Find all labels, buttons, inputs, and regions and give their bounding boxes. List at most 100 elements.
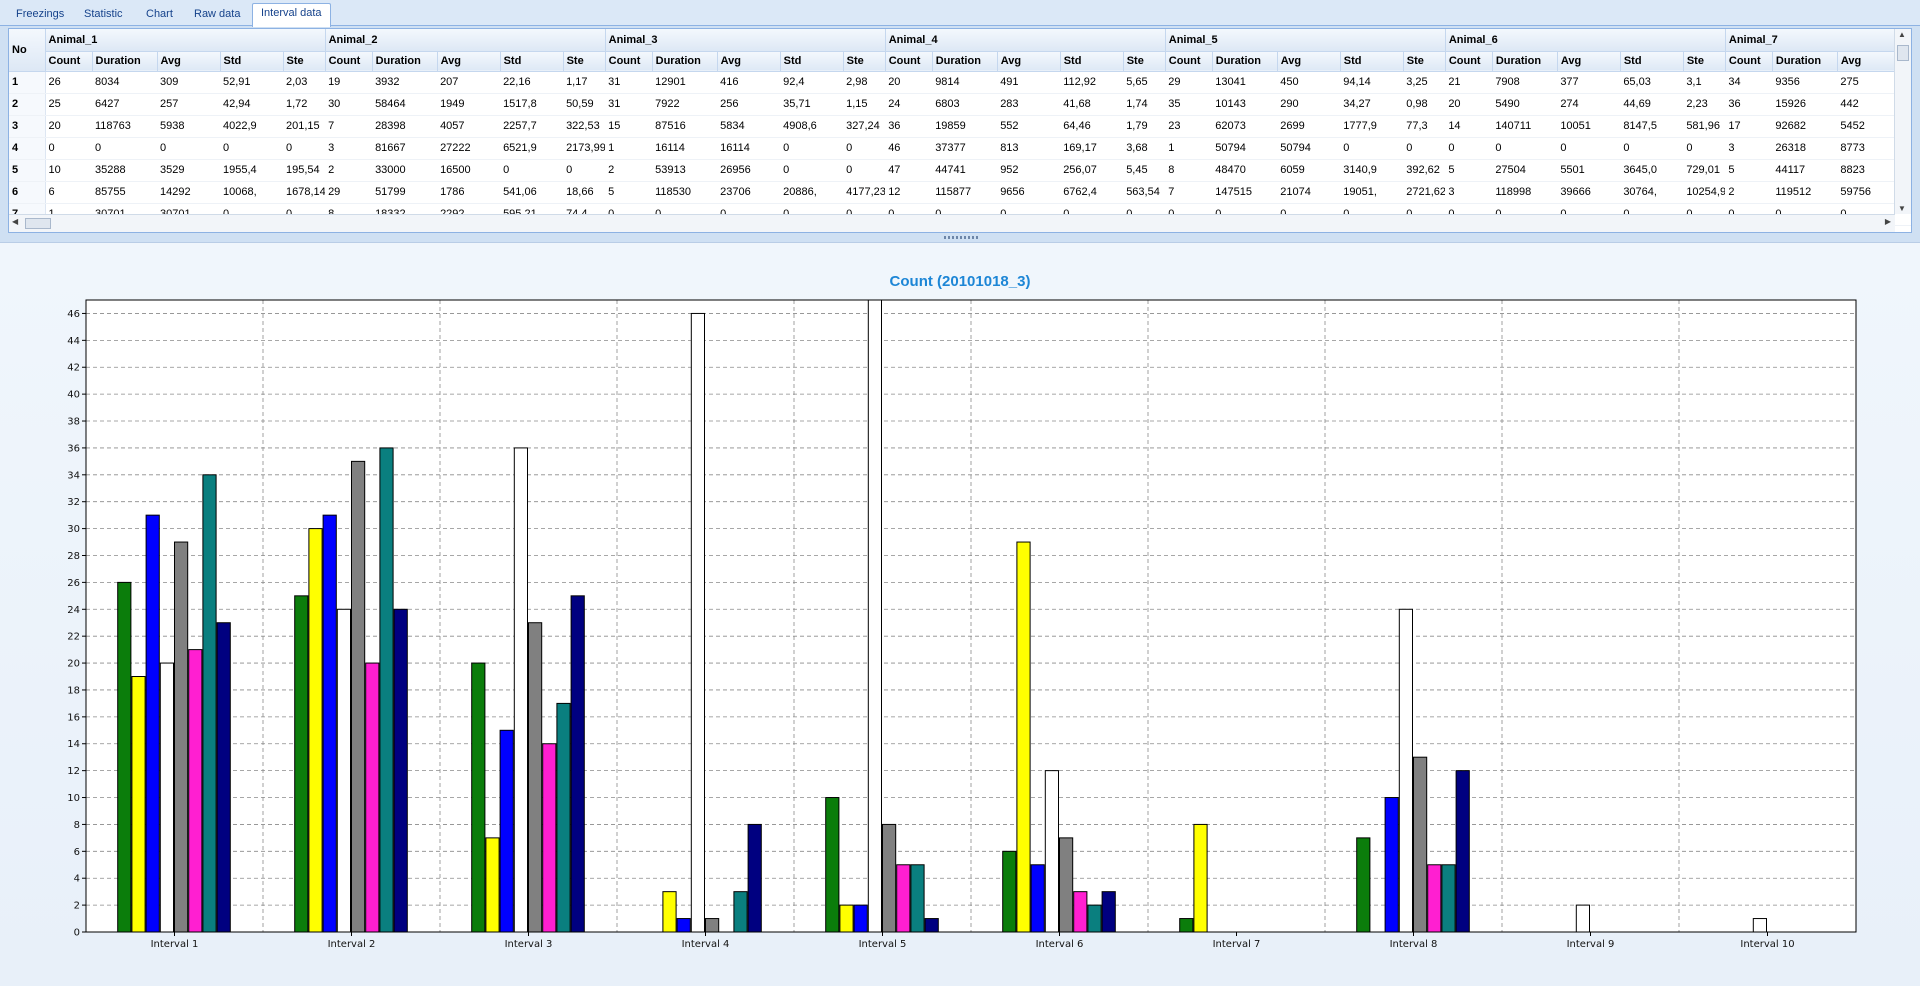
table-cell[interactable]: 147515 xyxy=(1212,181,1278,204)
table-cell[interactable]: 25 xyxy=(45,93,92,116)
metric-column-header[interactable]: Duration xyxy=(652,51,718,72)
table-cell[interactable]: 3529 xyxy=(157,159,220,182)
table-cell[interactable]: 9814 xyxy=(932,71,998,94)
table-cell[interactable]: 35288 xyxy=(92,159,157,182)
table-cell[interactable]: 14 xyxy=(1445,115,1493,138)
table-cell[interactable]: 9656 xyxy=(997,181,1061,204)
table-cell[interactable]: 10 xyxy=(45,159,92,182)
table-cell[interactable]: 118998 xyxy=(1492,181,1558,204)
table-cell[interactable]: 0,98 xyxy=(1403,93,1446,116)
table-cell[interactable]: 552 xyxy=(997,115,1061,138)
table-cell[interactable]: 309 xyxy=(157,71,220,94)
table-cell[interactable]: 33000 xyxy=(372,159,438,182)
table-cell[interactable]: 8 xyxy=(1165,159,1213,182)
table-cell[interactable]: 92682 xyxy=(1772,115,1838,138)
metric-column-header[interactable]: Avg xyxy=(1277,51,1341,72)
table-cell[interactable]: 0 xyxy=(780,137,844,160)
table-cell[interactable]: 0 xyxy=(92,137,157,160)
table-cell[interactable]: 169,17 xyxy=(1060,137,1124,160)
table-cell[interactable]: 5 xyxy=(1725,159,1773,182)
table-cell[interactable]: 1 xyxy=(605,137,653,160)
table-cell[interactable]: 77,3 xyxy=(1403,115,1446,138)
table-cell[interactable]: 207 xyxy=(437,71,501,94)
scroll-right-icon[interactable]: ▶ xyxy=(1885,217,1891,226)
table-cell[interactable]: 26956 xyxy=(717,159,781,182)
table-cell[interactable]: 10051 xyxy=(1557,115,1621,138)
table-cell[interactable]: 2721,62 xyxy=(1403,181,1446,204)
table-cell[interactable]: 3,25 xyxy=(1403,71,1446,94)
metric-column-header[interactable]: Duration xyxy=(1492,51,1558,72)
table-cell[interactable]: 813 xyxy=(997,137,1061,160)
table-cell[interactable]: 37377 xyxy=(932,137,998,160)
table-cell[interactable]: 0 xyxy=(843,159,886,182)
table-cell[interactable]: 50794 xyxy=(1277,137,1341,160)
table-cell[interactable]: 81667 xyxy=(372,137,438,160)
tab-chart[interactable]: Chart xyxy=(138,5,181,26)
table-cell[interactable]: 0 xyxy=(157,137,220,160)
table-cell[interactable]: 5501 xyxy=(1557,159,1621,182)
table-cell[interactable]: 5,65 xyxy=(1123,71,1166,94)
table-cell[interactable]: 6 xyxy=(45,181,92,204)
table-cell[interactable]: 3140,9 xyxy=(1340,159,1404,182)
table-cell[interactable]: 35 xyxy=(1165,93,1213,116)
table-cell[interactable]: 52,91 xyxy=(220,71,283,94)
table-cell[interactable]: 0 xyxy=(1492,137,1558,160)
table-cell[interactable]: 2257,7 xyxy=(500,115,564,138)
table-cell[interactable]: 0 xyxy=(1445,137,1493,160)
table-cell[interactable]: 8034 xyxy=(92,71,157,94)
table-cell[interactable]: 118763 xyxy=(92,115,157,138)
table-cell[interactable]: 3,68 xyxy=(1123,137,1166,160)
table-cell[interactable]: 53913 xyxy=(652,159,718,182)
table-cell[interactable]: 16500 xyxy=(437,159,501,182)
table-cell[interactable]: 31 xyxy=(605,93,653,116)
table-cell[interactable]: 20 xyxy=(45,115,92,138)
table-cell[interactable]: 8773 xyxy=(1837,137,1901,160)
table-row[interactable]: 1 26 8034 309 52,91 2,03 19 3932 207 22,16 1,17 31 1… xyxy=(9,71,1911,94)
table-cell[interactable]: 8823 xyxy=(1837,159,1901,182)
table-cell[interactable]: 4177,23 xyxy=(843,181,886,204)
table-cell[interactable]: 2 xyxy=(325,159,373,182)
table-cell[interactable]: 5938 xyxy=(157,115,220,138)
table-cell[interactable]: 34 xyxy=(1725,71,1773,94)
metric-column-header[interactable]: Avg xyxy=(1557,51,1621,72)
table-cell[interactable]: 30 xyxy=(325,93,373,116)
table-cell[interactable]: 48470 xyxy=(1212,159,1278,182)
table-cell[interactable]: 12 xyxy=(885,181,933,204)
animal-column-header[interactable]: Animal_1 xyxy=(45,29,326,52)
table-cell[interactable]: 23706 xyxy=(717,181,781,204)
table-cell[interactable]: 19 xyxy=(325,71,373,94)
row-number[interactable]: 4 xyxy=(9,137,46,160)
tab-freezings[interactable]: Freezings xyxy=(8,5,72,26)
table-cell[interactable]: 541,06 xyxy=(500,181,564,204)
table-cell[interactable]: 18,66 xyxy=(563,181,606,204)
table-cell[interactable]: 7922 xyxy=(652,93,718,116)
table-cell[interactable]: 59756 xyxy=(1837,181,1901,204)
table-cell[interactable]: 27504 xyxy=(1492,159,1558,182)
table-cell[interactable]: 12901 xyxy=(652,71,718,94)
table-cell[interactable]: 41,68 xyxy=(1060,93,1124,116)
metric-column-header[interactable]: Duration xyxy=(1212,51,1278,72)
animal-column-header[interactable]: Animal_5 xyxy=(1165,29,1446,52)
table-cell[interactable]: 1,79 xyxy=(1123,115,1166,138)
metric-column-header[interactable]: Std xyxy=(1620,51,1684,72)
table-cell[interactable]: 4057 xyxy=(437,115,501,138)
table-cell[interactable]: 118530 xyxy=(652,181,718,204)
table-cell[interactable]: 9356 xyxy=(1772,71,1838,94)
metric-column-header[interactable]: Avg xyxy=(1837,51,1901,72)
table-cell[interactable]: 1,15 xyxy=(843,93,886,116)
table-cell[interactable]: 19051, xyxy=(1340,181,1404,204)
animal-column-header[interactable]: Animal_2 xyxy=(325,29,606,52)
table-cell[interactable]: 44117 xyxy=(1772,159,1838,182)
table-cell[interactable]: 46 xyxy=(885,137,933,160)
table-cell[interactable]: 1,74 xyxy=(1123,93,1166,116)
table-cell[interactable]: 44,69 xyxy=(1620,93,1684,116)
metric-column-header[interactable]: Count xyxy=(1725,51,1773,72)
table-row[interactable]: 2 25 6427 257 42,94 1,72 30 58464 1949 1517,8 50,5… xyxy=(9,93,1911,116)
table-cell[interactable]: 6427 xyxy=(92,93,157,116)
table-cell[interactable]: 34,27 xyxy=(1340,93,1404,116)
horizontal-scrollbar[interactable]: ◀ ▶ xyxy=(9,214,1895,232)
table-cell[interactable]: 28398 xyxy=(372,115,438,138)
table-cell[interactable]: 0 xyxy=(843,137,886,160)
table-cell[interactable]: 442 xyxy=(1837,93,1901,116)
table-cell[interactable]: 2,23 xyxy=(1683,93,1726,116)
